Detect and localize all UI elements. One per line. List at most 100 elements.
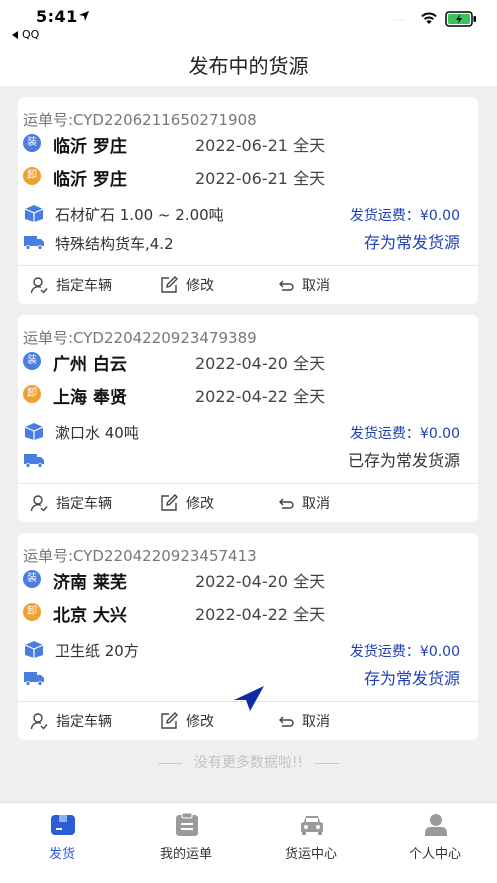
unload-place: 临沂 罗庄 xyxy=(53,170,127,190)
pointer-cursor-icon xyxy=(234,686,264,711)
freight-label: 发货运费： xyxy=(349,426,420,442)
list-end-indicator: 没有更多数据啦!! xyxy=(0,752,497,772)
load-place: 临沂 罗庄 xyxy=(53,137,127,157)
save-regular-button[interactable]: 存为常发货源 xyxy=(364,229,460,253)
freight: 发货运费：¥0.00 xyxy=(350,205,460,225)
back-to-app-label[interactable]: QQ xyxy=(22,28,39,41)
unload-badge: 卸 xyxy=(23,167,41,185)
load-row: 装 济南 莱芜 2022-04-20 全天 xyxy=(23,568,463,593)
goods-box-icon xyxy=(24,423,44,440)
tab-profile[interactable]: 个人中心 xyxy=(373,803,497,883)
cargo-card[interactable]: 运单号:CYD2206211650271908 装 临沂 罗庄 2022-06-… xyxy=(18,97,478,304)
goods-info: 卫生纸 20方 xyxy=(55,642,139,660)
location-arrow-icon xyxy=(79,11,89,21)
load-date: 2022-04-20 全天 xyxy=(195,572,326,591)
unload-date: 2022-04-22 全天 xyxy=(195,387,326,406)
back-triangle-icon[interactable] xyxy=(12,31,18,39)
assign-vehicle-label: 指定车辆 xyxy=(56,714,112,730)
undo-icon xyxy=(279,498,294,509)
load-badge: 装 xyxy=(23,134,41,152)
person-icon xyxy=(425,814,447,836)
order-number: 运单号:CYD2206211650271908 xyxy=(23,111,257,129)
assign-vehicle-button[interactable]: 指定车辆 xyxy=(30,710,140,732)
order-number: 运单号:CYD2204220923457413 xyxy=(23,547,257,565)
assign-vehicle-label: 指定车辆 xyxy=(56,278,112,294)
wifi-icon xyxy=(421,12,437,24)
freight-value: ¥0.00 xyxy=(419,208,460,224)
edit-button[interactable]: 修改 xyxy=(160,274,230,296)
unload-badge: 卸 xyxy=(23,385,41,403)
goods-info: 石材矿石 1.00 ~ 2.00吨 xyxy=(55,206,224,224)
order-number: 运单号:CYD2204220923479389 xyxy=(23,329,257,347)
unload-date: 2022-06-21 全天 xyxy=(195,169,326,188)
assign-vehicle-label: 指定车辆 xyxy=(56,496,112,512)
page-title: 发布中的货源 xyxy=(188,54,309,78)
tab-profile-label: 个人中心 xyxy=(408,847,461,862)
unload-badge: 卸 xyxy=(23,603,41,621)
unload-row: 卸 上海 奉贤 2022-04-22 全天 xyxy=(23,383,463,408)
load-row: 装 广州 白云 2022-04-20 全天 xyxy=(23,350,463,375)
divider xyxy=(315,762,340,764)
cargo-card[interactable]: 运单号:CYD2204220923479389 装 广州 白云 2022-04-… xyxy=(18,315,478,522)
signal-icon: ···· xyxy=(392,16,407,25)
load-place: 济南 莱芜 xyxy=(53,573,127,593)
tab-ship-label: 发货 xyxy=(48,847,75,862)
load-badge: 装 xyxy=(23,352,41,370)
goods-box-icon xyxy=(24,205,44,222)
unload-row: 卸 临沂 罗庄 2022-06-21 全天 xyxy=(23,165,463,190)
truck-icon xyxy=(24,454,44,468)
edit-button[interactable]: 修改 xyxy=(160,492,230,514)
assign-person-icon xyxy=(30,713,48,730)
freight-label: 发货运费： xyxy=(349,644,420,660)
tab-ship[interactable]: 发货 xyxy=(0,803,124,883)
freight-label: 发货运费： xyxy=(349,208,420,224)
load-date: 2022-04-20 全天 xyxy=(195,354,326,373)
load-badge: 装 xyxy=(23,570,41,588)
tab-freight-center-label: 货运中心 xyxy=(284,847,337,862)
cancel-button[interactable]: 取消 xyxy=(276,710,346,732)
freight: 发货运费：¥0.00 xyxy=(350,423,460,443)
unload-place: 上海 奉贤 xyxy=(53,388,127,408)
edit-label: 修改 xyxy=(186,278,214,294)
ship-box-icon xyxy=(51,815,75,835)
truck-icon xyxy=(24,672,44,686)
save-regular-button[interactable]: 存为常发货源 xyxy=(364,665,460,689)
goods-info: 漱口水 40吨 xyxy=(55,424,139,442)
undo-icon xyxy=(279,280,294,291)
load-place: 广州 白云 xyxy=(53,355,127,375)
load-row: 装 临沂 罗庄 2022-06-21 全天 xyxy=(23,132,463,157)
assign-vehicle-button[interactable]: 指定车辆 xyxy=(30,492,140,514)
cancel-label: 取消 xyxy=(302,496,330,512)
saved-regular-status: 已存为常发货源 xyxy=(347,451,460,470)
cancel-button[interactable]: 取消 xyxy=(276,274,346,296)
divider xyxy=(18,265,478,266)
car-icon xyxy=(301,816,323,835)
edit-button[interactable]: 修改 xyxy=(160,710,230,732)
cancel-label: 取消 xyxy=(302,714,330,730)
cancel-button[interactable]: 取消 xyxy=(276,492,346,514)
assign-person-icon xyxy=(30,495,48,512)
list-end-text: 没有更多数据啦!! xyxy=(193,755,304,771)
status-time: 5:41 xyxy=(36,7,78,26)
freight: 发货运费：¥0.00 xyxy=(350,641,460,661)
tab-my-waybill[interactable]: 我的运单 xyxy=(124,803,248,883)
bottom-tab-bar: 发货 我的运单 货运中心 个人中心 xyxy=(0,802,497,883)
edit-label: 修改 xyxy=(186,496,214,512)
waybill-icon xyxy=(176,813,198,836)
status-bar: 5:41 QQ ···· xyxy=(0,0,497,46)
battery-charging-icon xyxy=(445,11,476,27)
freight-value: ¥0.00 xyxy=(419,426,460,442)
goods-box-icon xyxy=(24,641,44,658)
unload-place: 北京 大兴 xyxy=(53,606,127,626)
truck-icon xyxy=(24,236,44,250)
edit-icon xyxy=(161,712,178,729)
cancel-label: 取消 xyxy=(302,278,330,294)
assign-person-icon xyxy=(30,277,48,294)
unload-row: 卸 北京 大兴 2022-04-22 全天 xyxy=(23,601,463,626)
edit-label: 修改 xyxy=(186,714,214,730)
assign-vehicle-button[interactable]: 指定车辆 xyxy=(30,274,140,296)
freight-value: ¥0.00 xyxy=(419,644,460,660)
load-date: 2022-06-21 全天 xyxy=(195,136,326,155)
edit-icon xyxy=(161,276,178,293)
tab-freight-center[interactable]: 货运中心 xyxy=(249,803,373,883)
